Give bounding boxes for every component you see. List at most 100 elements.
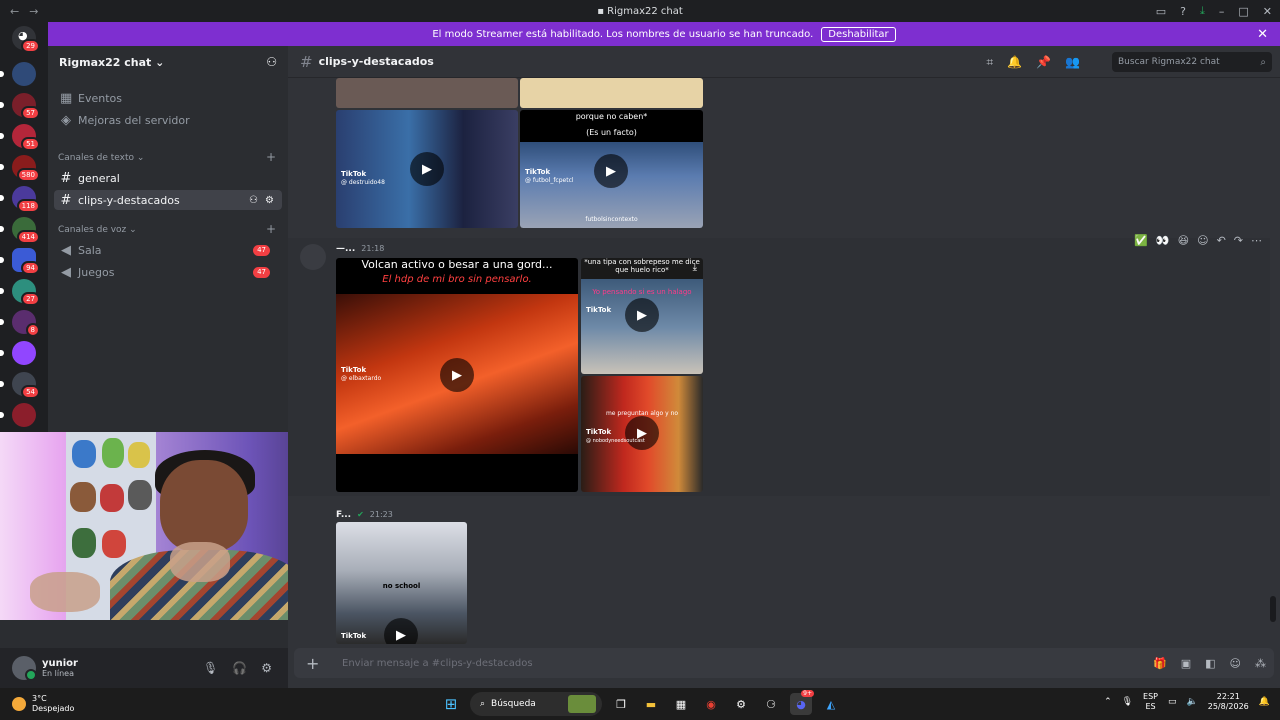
reaction-laugh[interactable]: 😆 <box>1178 234 1189 247</box>
windows-start-icon[interactable]: ⊞ <box>440 693 462 715</box>
add-channel-icon[interactable]: + <box>266 150 276 164</box>
channel-clips-y-destacados[interactable]: # clips-y-destacados ⚇ ⚙ <box>54 190 282 210</box>
server-icon[interactable] <box>0 403 36 427</box>
discord-taskbar-icon[interactable]: ◕ 9+ <box>790 690 814 715</box>
sidebar-item-label: Mejoras del servidor <box>78 113 190 127</box>
server-icon[interactable]: 54 <box>0 372 40 399</box>
download-icon[interactable]: ⤓ <box>693 262 697 273</box>
hash-icon: # <box>60 192 72 208</box>
taskbar-search[interactable]: ⌕ Búsqueda <box>470 692 602 716</box>
minimize-button[interactable]: – <box>1219 5 1225 18</box>
reaction-check[interactable]: ✅ <box>1134 234 1148 247</box>
headphones-icon[interactable]: 🎧 <box>232 661 247 675</box>
message-composer[interactable]: + Enviar mensaje a #clips-y-destacados 🎁… <box>294 648 1274 678</box>
avatar[interactable] <box>300 244 326 270</box>
server-icon[interactable] <box>0 341 36 365</box>
avatar[interactable] <box>12 656 37 681</box>
invite-icon[interactable]: ⚇ <box>266 55 277 69</box>
category-voice-channels[interactable]: Canales de voz ⌄ <box>58 225 137 235</box>
play-icon[interactable]: ▶ <box>384 618 418 644</box>
add-reaction-icon[interactable]: ☺ <box>1197 234 1208 247</box>
network-icon[interactable]: ▭ <box>1168 697 1177 707</box>
language-indicator[interactable]: ESP ES <box>1143 692 1158 712</box>
scrollbar[interactable] <box>1270 596 1276 622</box>
settings-gear-icon[interactable]: ⚙ <box>261 661 272 675</box>
channel-general[interactable]: # general <box>54 168 282 188</box>
disable-streamer-button[interactable]: Deshabilitar <box>821 26 896 42</box>
server-icon[interactable] <box>0 62 36 86</box>
message-author[interactable]: —... <box>336 244 355 254</box>
video-thumbnail[interactable]: Volcan activo o besar a una gord... El h… <box>336 258 578 492</box>
members-icon[interactable]: 👥 <box>1065 55 1080 70</box>
gif-icon[interactable]: ▣ <box>1181 657 1191 670</box>
settings-icon[interactable]: ⚙ <box>730 693 752 715</box>
voice-channel-sala[interactable]: ◀ Sala 47 <box>54 240 282 260</box>
video-thumbnail[interactable]: no school ▶ TikTok <box>336 522 467 644</box>
notifications-icon[interactable]: 🔔 <box>1259 697 1270 707</box>
apps-icon[interactable]: ⁂ <box>1255 657 1266 670</box>
video-thumbnail[interactable]: porque no caben* (Es un facto) ▶ TikTok @… <box>520 110 703 228</box>
task-view-icon[interactable]: ❐ <box>610 693 632 715</box>
video-thumbnail[interactable] <box>336 78 518 108</box>
play-icon[interactable]: ▶ <box>410 152 444 186</box>
chrome-icon[interactable]: ◉ <box>700 693 722 715</box>
sidebar-item-events[interactable]: ▦ Eventos <box>54 88 282 108</box>
help-icon[interactable]: ? <box>1180 5 1186 18</box>
weather-widget[interactable]: 3°C Despejado <box>12 694 74 714</box>
weather-condition: Despejado <box>32 704 75 713</box>
video-thumbnail[interactable] <box>520 78 703 108</box>
maximize-button[interactable]: □ <box>1238 5 1248 18</box>
server-header[interactable]: Rigmax22 chat ⌄ ⚇ <box>48 46 288 78</box>
server-icon[interactable]: 8 <box>0 310 40 337</box>
video-thumbnail[interactable]: *una tipa con sobrepeso me dice que huel… <box>581 258 703 374</box>
play-icon[interactable]: ▶ <box>440 358 474 392</box>
download-icon[interactable]: ⤓ <box>1200 4 1205 18</box>
server-icon[interactable]: 118 <box>0 186 40 213</box>
gear-icon[interactable]: ⚙ <box>265 195 274 206</box>
server-icon[interactable]: 51 <box>0 124 40 151</box>
microphone-icon[interactable]: 🎙 <box>203 661 218 675</box>
tiktok-watermark: TikTok @ futbol_fcpetcl <box>525 168 574 184</box>
sticker-icon[interactable]: ◧ <box>1205 657 1215 670</box>
file-explorer-icon[interactable]: ▬ <box>640 693 662 715</box>
hash-icon: # <box>300 52 313 71</box>
search-input[interactable]: Buscar Rigmax22 chat ⌕ <box>1112 52 1272 72</box>
pin-icon[interactable]: 📌 <box>1036 55 1051 70</box>
bell-icon[interactable]: 🔔 <box>1007 55 1022 70</box>
reaction-eyes[interactable]: 👀 <box>1156 234 1170 247</box>
close-window-button[interactable]: ✕ <box>1263 5 1272 18</box>
server-icon[interactable]: 580 <box>0 155 40 182</box>
forward-icon[interactable]: ↷ <box>1234 234 1243 247</box>
play-icon[interactable]: ▶ <box>594 154 628 188</box>
tiktok-watermark: TikTok <box>341 632 367 640</box>
close-icon[interactable]: ✕ <box>1257 27 1268 42</box>
inbox-icon[interactable]: ▭ <box>1156 5 1166 18</box>
clock[interactable]: 22:21 25/8/2026 <box>1208 692 1249 712</box>
emoji-icon[interactable]: ☺ <box>1230 657 1241 670</box>
sidebar-item-boosts[interactable]: ◈ Mejoras del servidor <box>54 110 282 130</box>
store-icon[interactable]: ▦ <box>670 693 692 715</box>
server-icon[interactable]: 414 <box>0 217 40 244</box>
threads-icon[interactable]: ⌗ <box>986 55 993 70</box>
play-icon[interactable]: ▶ <box>625 298 659 332</box>
video-thumbnail[interactable]: ▶ TikTok @ destruido48 <box>336 110 518 228</box>
invite-icon[interactable]: ⚇ <box>249 195 258 206</box>
more-icon[interactable]: ⋯ <box>1251 234 1262 247</box>
reply-icon[interactable]: ↶ <box>1217 234 1226 247</box>
voice-channel-juegos[interactable]: ◀ Juegos 47 <box>54 262 282 282</box>
server-icon[interactable]: 94 <box>0 248 40 275</box>
microphone-icon[interactable]: 🎙 <box>1122 697 1133 707</box>
add-channel-icon[interactable]: + <box>266 222 276 236</box>
add-attachment-icon[interactable]: + <box>306 654 326 673</box>
gift-icon[interactable]: 🎁 <box>1153 657 1167 670</box>
server-icon[interactable]: 27 <box>0 279 40 306</box>
message-author[interactable]: F... <box>336 510 351 520</box>
photos-icon[interactable]: ◭ <box>820 693 842 715</box>
app-icon[interactable]: ⚆ <box>760 693 782 715</box>
category-text-channels[interactable]: Canales de texto ⌄ <box>58 153 144 163</box>
server-icon[interactable]: 57 <box>0 93 40 120</box>
video-thumbnail[interactable]: me preguntan algo y no ▶ TikTok @ nobodyn… <box>581 376 703 492</box>
volume-icon[interactable]: 🔈 <box>1187 697 1198 707</box>
chevron-up-icon[interactable]: ⌃ <box>1104 697 1112 707</box>
home-button[interactable]: ◕ 29 <box>12 26 40 53</box>
